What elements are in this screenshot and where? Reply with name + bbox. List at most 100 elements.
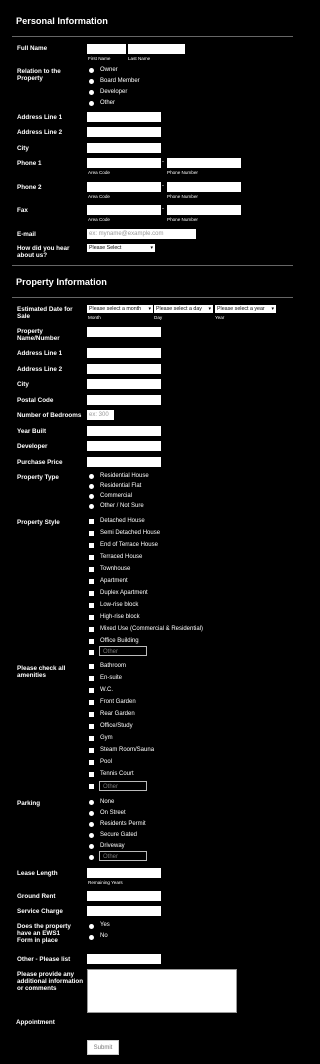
submit-button[interactable]: Submit [87,1040,119,1055]
amenity-other-checkbox[interactable] [89,784,94,789]
hear-select[interactable]: Please Select ▾ [87,244,155,252]
phone-number-sublabel: Phone Number [167,217,198,222]
chevron-down-icon: ▾ [271,306,274,312]
service-charge-input[interactable] [87,906,161,916]
style-checkbox[interactable] [89,639,94,644]
amenity-option-label: Gym [100,735,113,741]
parking-other-input[interactable]: Other [99,851,147,861]
postal-label: Postal Code [17,397,54,404]
style-option-label: Low-rise block [100,602,139,608]
style-checkbox[interactable] [89,627,94,632]
parking-radio-on-street[interactable] [89,811,94,816]
amenity-checkbox[interactable] [89,724,94,729]
relation-radio-developer[interactable] [89,90,94,95]
property-name-input[interactable] [87,327,161,337]
amenity-checkbox[interactable] [89,748,94,753]
address1-input[interactable] [87,112,161,122]
year-select[interactable]: Please select a year ▾ [215,305,276,313]
phone1-number-input[interactable] [167,158,241,168]
parking-radio-none[interactable] [89,800,94,805]
email-label: E-mail [17,231,36,238]
amenity-checkbox[interactable] [89,760,94,765]
style-checkbox[interactable] [89,555,94,560]
parking-radio-secure-gated[interactable] [89,833,94,838]
postal-input[interactable] [87,395,161,405]
divider [12,297,293,298]
style-checkbox[interactable] [89,543,94,548]
year-sublabel: Year [215,315,225,320]
lease-input[interactable] [87,868,161,878]
ews1-option-label: Yes [100,922,110,928]
purchase-price-input[interactable] [87,457,161,467]
amenity-checkbox[interactable] [89,676,94,681]
address2-label: Address Line 2 [17,129,63,136]
day-select-value: Please select a day [156,306,202,312]
address2-input[interactable] [87,127,161,137]
month-select[interactable]: Please select a month ▾ [87,305,153,313]
style-other-input[interactable]: Other [99,646,147,656]
style-checkbox[interactable] [89,567,94,572]
style-checkbox[interactable] [89,579,94,584]
relation-option-label: Owner [100,67,118,73]
prop-address1-input[interactable] [87,348,161,358]
type-radio-commercial[interactable] [89,494,94,499]
chevron-down-icon: ▾ [148,306,151,312]
amenity-checkbox[interactable] [89,700,94,705]
style-checkbox[interactable] [89,603,94,608]
style-other-checkbox[interactable] [89,650,94,655]
amenity-checkbox[interactable] [89,664,94,669]
style-checkbox[interactable] [89,591,94,596]
amenity-checkbox[interactable] [89,712,94,717]
ews1-radio-yes[interactable] [89,924,94,929]
relation-option-label: Developer [100,89,128,95]
bedrooms-input[interactable]: ex: 300 [87,410,114,420]
parking-label: Parking [17,800,41,807]
city-input[interactable] [87,143,161,153]
amenity-option-label: Bathroom [100,663,127,669]
style-option-label: Duplex Apartment [100,590,148,596]
relation-radio-other[interactable] [89,101,94,106]
relation-option-label: Board Member [100,78,140,84]
month-select-value: Please select a month [89,306,142,312]
fax-area-input[interactable] [87,205,161,215]
amenity-checkbox[interactable] [89,688,94,693]
parking-radio-other[interactable] [89,855,94,860]
ground-rent-input[interactable] [87,891,161,901]
type-radio-residential-house[interactable] [89,474,94,479]
additional-info-textarea[interactable] [87,969,237,1013]
phone2-area-input[interactable] [87,182,161,192]
personal-info-heading: Personal Information [16,16,108,26]
prop-address2-input[interactable] [87,364,161,374]
prop-city-input[interactable] [87,379,161,389]
property-info-heading: Property Information [16,277,107,287]
relation-radio-owner[interactable] [89,68,94,73]
amenity-checkbox[interactable] [89,736,94,741]
phone1-area-input[interactable] [87,158,161,168]
email-input[interactable]: ex: myname@example.com [87,229,196,239]
parking-radio-residents-permit[interactable] [89,822,94,827]
service-charge-label: Service Charge [17,908,63,915]
first-name-input[interactable] [87,44,126,54]
area-code-sublabel: Area Code [88,170,110,175]
year-built-input[interactable] [87,426,161,436]
relation-radio-board-member[interactable] [89,79,94,84]
ews1-radio-no[interactable] [89,935,94,940]
style-option-label: High-rise block [100,614,140,620]
phone2-number-input[interactable] [167,182,241,192]
other-list-input[interactable] [87,954,161,964]
developer-input[interactable] [87,441,161,451]
style-checkbox[interactable] [89,519,94,524]
day-select[interactable]: Please select a day ▾ [154,305,213,313]
style-checkbox[interactable] [89,531,94,536]
last-name-input[interactable] [128,44,185,54]
style-checkbox[interactable] [89,615,94,620]
area-code-sublabel: Area Code [88,217,110,222]
amenity-other-input[interactable]: Other [99,781,147,791]
amenity-checkbox[interactable] [89,772,94,777]
parking-radio-driveway[interactable] [89,844,94,849]
type-radio-residential-flat[interactable] [89,484,94,489]
fax-number-input[interactable] [167,205,241,215]
type-radio-other[interactable] [89,504,94,509]
amenity-option-label: Pool [100,759,113,765]
separator: - [162,159,164,165]
